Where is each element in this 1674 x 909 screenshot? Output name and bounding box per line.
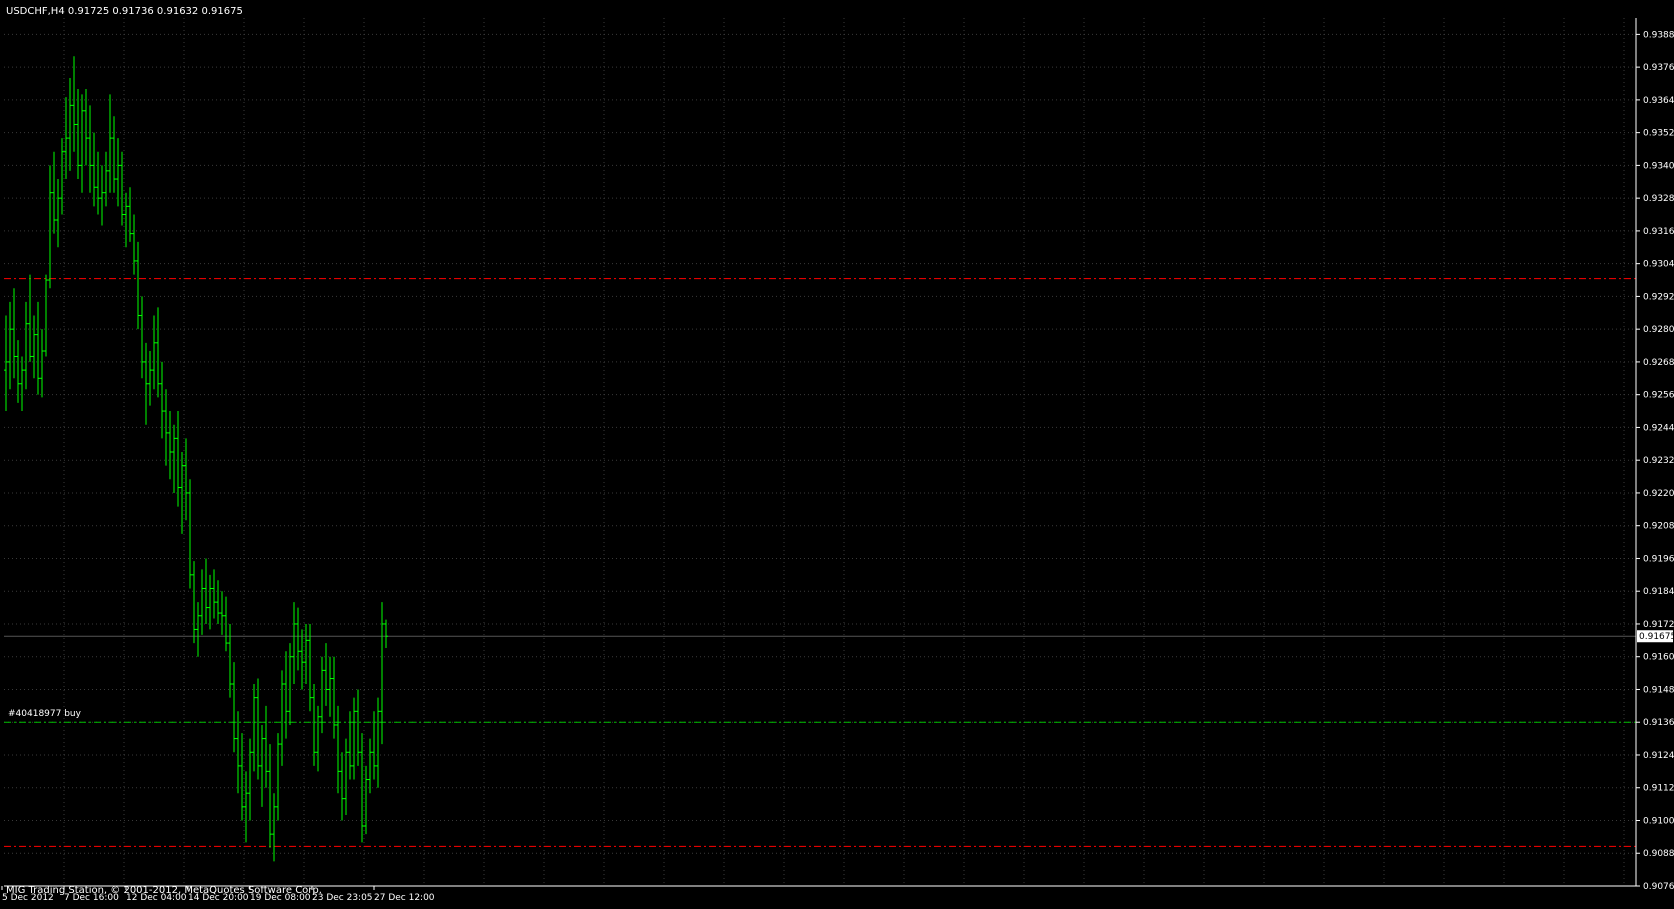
y-tick-label: 0.92680	[1643, 358, 1674, 368]
y-tick-label: 0.93880	[1643, 30, 1674, 40]
y-tick-label: 0.91960	[1643, 554, 1674, 564]
y-tick-label: 0.93640	[1643, 96, 1674, 106]
y-tick-label: 0.92320	[1643, 456, 1674, 466]
chart-background	[0, 0, 1674, 909]
y-tick-label: 0.91480	[1643, 685, 1674, 695]
y-tick-label: 0.93280	[1643, 194, 1674, 204]
y-tick-label: 0.91600	[1643, 653, 1674, 663]
y-tick-label: 0.91360	[1643, 718, 1674, 728]
y-tick-label: 0.92920	[1643, 292, 1674, 302]
y-tick-label: 0.92560	[1643, 391, 1674, 401]
current-price-label: 0.91675	[1639, 632, 1674, 642]
y-tick-label: 0.92440	[1643, 423, 1674, 433]
y-tick-label: 0.93160	[1643, 227, 1674, 237]
price-chart[interactable]: #40418977 buy 0.93880 0.93760 0.93640 0.935…	[0, 0, 1674, 909]
chart-header: USDCHF,H4 0.91725 0.91736 0.91632 0.9167…	[6, 6, 243, 17]
y-tick-label: 0.91000	[1643, 816, 1674, 826]
y-tick-label: 0.92200	[1643, 489, 1674, 499]
watermark: MIG Trading Station, © 2001-2012, MetaQu…	[6, 885, 322, 896]
y-tick-label: 0.91720	[1643, 620, 1674, 630]
y-tick-label: 0.90760	[1643, 882, 1674, 892]
order-label: #40418977 buy	[8, 709, 82, 719]
y-tick-label: 0.93760	[1643, 63, 1674, 73]
y-tick-label: 0.93400	[1643, 161, 1674, 171]
y-tick-label: 0.91120	[1643, 784, 1674, 794]
y-tick-label: 0.91840	[1643, 587, 1674, 597]
y-tick-label: 0.90880	[1643, 849, 1674, 859]
y-tick-label: 0.93520	[1643, 129, 1674, 139]
y-tick-label: 0.93040	[1643, 260, 1674, 270]
x-tick-label: 27 Dec 12:00	[374, 893, 435, 903]
y-tick-label: 0.92080	[1643, 522, 1674, 532]
y-tick-label: 0.92800	[1643, 325, 1674, 335]
y-tick-label: 0.91240	[1643, 751, 1674, 761]
